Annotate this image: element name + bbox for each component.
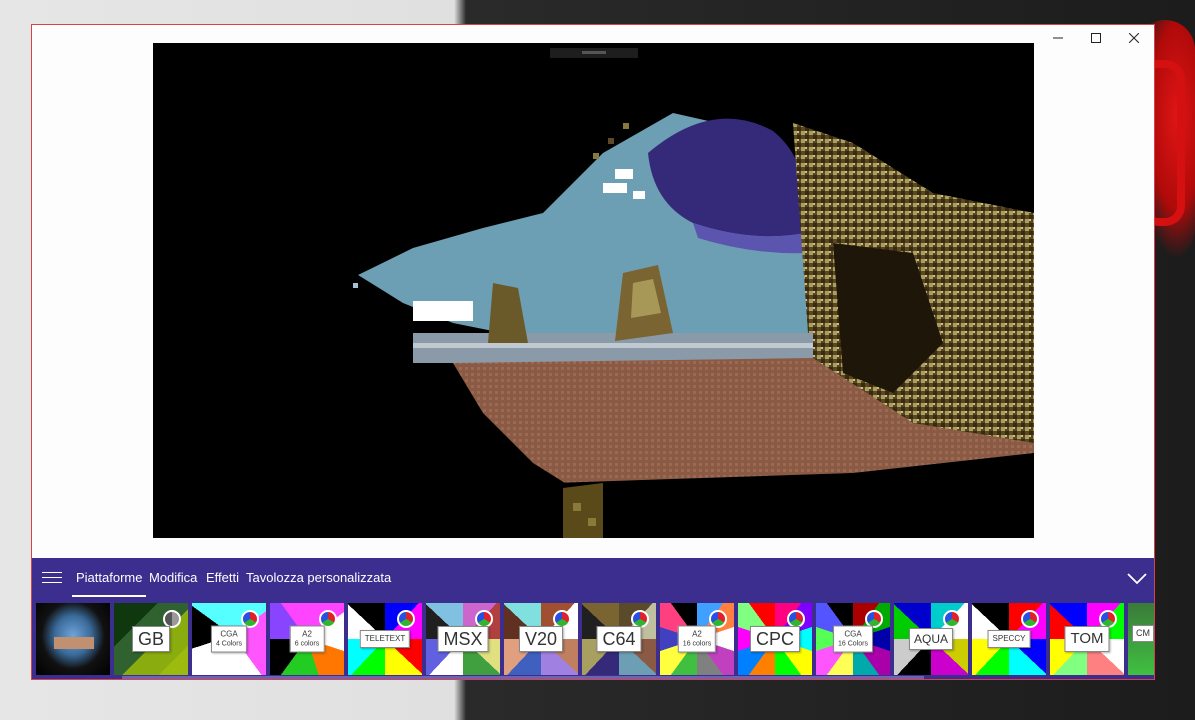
drag-handle[interactable] [550,48,638,58]
thumbnail-label: C64 [596,626,642,652]
thumbnail-label: CPC [749,626,801,652]
rgb-palette-icon [1021,610,1039,628]
thumbnail-cga-16[interactable]: CGA 16 Colors [816,603,890,675]
thumbnail-speccy[interactable]: SPECCY [972,603,1046,675]
thumbnail-cpc[interactable]: CPC [738,603,812,675]
thumbnail-original[interactable] [36,603,110,675]
thumbnail-label: TOM [1064,626,1110,652]
thumbnail-v20[interactable]: V20 [504,603,578,675]
thumbnail-a2-16[interactable]: A2 16 colors [660,603,734,675]
thumbnail-label: A2 6 colors [289,625,325,653]
app-window: Piattaforme Modifica Effetti Tavolozza p… [31,24,1155,680]
platform-thumbnails: GB CGA4 Colors A26 colors TELETEXT MSX [36,603,1154,675]
close-button[interactable] [1115,25,1153,51]
thumbnail-label: GB [131,626,171,652]
tab-effetti[interactable]: Effetti [206,570,239,585]
thumbnail-label: CM [1132,625,1154,642]
thumbnail-label: MSX [437,626,489,652]
bottom-toolbar: Piattaforme Modifica Effetti Tavolozza p… [32,558,1154,679]
minimize-button[interactable] [1039,25,1077,51]
maximize-icon [1091,33,1101,43]
thumbnail-label: TELETEXT [359,630,411,648]
close-icon [1129,33,1139,43]
tab-tavolozza-personalizzata[interactable]: Tavolozza personalizzata [246,570,391,585]
hamburger-icon[interactable] [42,572,62,586]
thumbnail-label: SPECCY [987,630,1031,648]
thumbnail-label: V20 [518,626,564,652]
image-viewer[interactable] [153,43,1034,538]
thumbnail-label: CGA 4 Colors [210,625,248,653]
thumbnail-a2-6[interactable]: A2 6 colors [270,603,344,675]
rgb-palette-icon [397,610,415,628]
thumbnail-label: AQUA [908,628,954,650]
thumbnail-scrollbar[interactable] [122,676,924,679]
thumbnail-aqua[interactable]: AQUA [894,603,968,675]
nav-bar: Piattaforme Modifica Effetti Tavolozza p… [32,558,1154,600]
thumbnail-label: CGA 16 Colors [833,625,873,653]
maximize-button[interactable] [1077,25,1115,51]
thumbnail-partial[interactable]: CM [1128,603,1154,675]
rgb-palette-icon [943,610,961,628]
thumbnail-tom[interactable]: TOM [1050,603,1124,675]
thumbnail-beach [54,637,94,649]
thumbnail-label: A2 16 colors [677,625,717,653]
thumbnail-cga-4[interactable]: CGA 4 Colors [192,603,266,675]
chevron-down-icon[interactable] [1126,570,1148,586]
thumbnail-teletext[interactable]: TELETEXT [348,603,422,675]
thumbnail-gb[interactable]: GB [114,603,188,675]
tab-piattaforme[interactable]: Piattaforme [71,570,148,597]
thumbnail-c64[interactable]: C64 [582,603,656,675]
tab-modifica[interactable]: Modifica [149,570,197,585]
thumbnail-msx[interactable]: MSX [426,603,500,675]
pixelated-cave-beach-image [353,113,1034,538]
minimize-icon [1053,37,1063,39]
